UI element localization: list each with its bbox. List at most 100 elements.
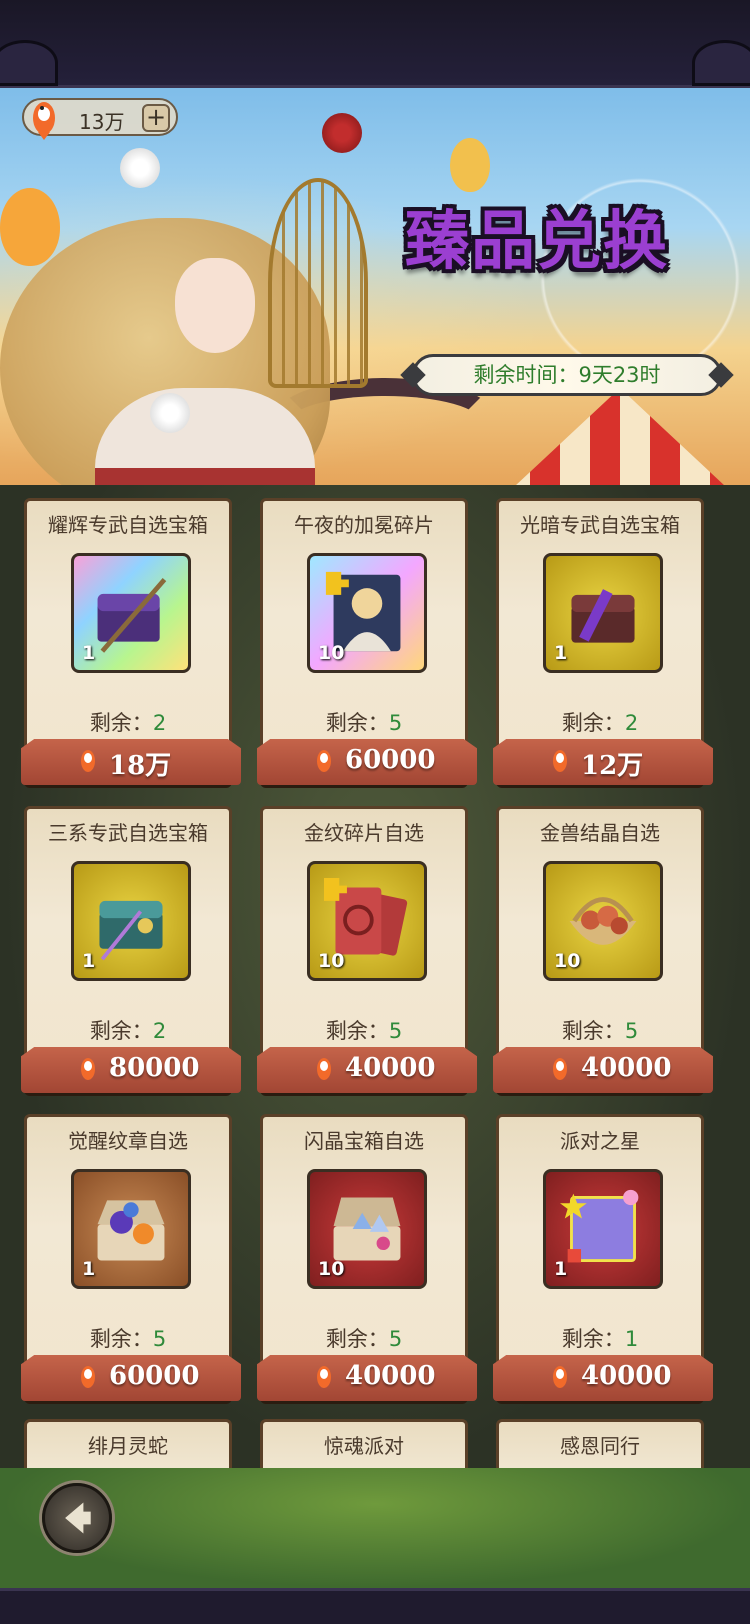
item-quantity: 10 <box>554 950 581 972</box>
remaining-count: 5 <box>388 1019 403 1043</box>
remaining-time-badge: 剩余时间：9天23时 <box>412 354 722 396</box>
remaining-label: 剩余： <box>325 1327 389 1351</box>
item-remaining: 剩余：5 <box>263 1323 465 1353</box>
shop-item-card[interactable]: 觉醒纹章自选 1 剩余：5 60000 <box>21 1114 241 1401</box>
item-remaining: 剩余：1 <box>499 1323 701 1353</box>
page-title: 臻品兑换 <box>405 205 669 279</box>
remaining-count: 2 <box>152 1019 167 1043</box>
item-price: 18万 <box>109 751 172 781</box>
item-price: 40000 <box>581 1361 672 1391</box>
balloon-decoration <box>0 188 60 266</box>
remaining-label: 剩余： <box>561 1327 625 1351</box>
item-price: 12万 <box>581 751 644 781</box>
item-icon-frame: 10 <box>543 861 663 981</box>
back-button[interactable] <box>42 1483 112 1553</box>
item-name: 派对之星 <box>560 1129 640 1153</box>
item-icon-frame: 1 <box>71 1169 191 1289</box>
koi-fish-icon <box>317 1058 331 1080</box>
remaining-label: 剩余： <box>89 711 153 735</box>
item-price: 60000 <box>109 1361 200 1391</box>
buy-button[interactable]: 40000 <box>493 1355 713 1401</box>
item-quantity: 1 <box>82 1258 96 1280</box>
item-price: 40000 <box>345 1361 436 1391</box>
buy-button[interactable]: 12万 <box>493 739 713 785</box>
item-remaining: 剩余：5 <box>27 1323 229 1353</box>
character-face <box>175 258 255 353</box>
item-quantity: 10 <box>318 642 345 664</box>
buy-button[interactable]: 60000 <box>21 1355 241 1401</box>
item-price: 40000 <box>581 1053 672 1083</box>
koi-fish-icon <box>81 1366 95 1388</box>
item-remaining: 剩余：5 <box>263 1015 465 1045</box>
buy-button[interactable]: 40000 <box>493 1047 713 1093</box>
remaining-label: 剩余： <box>561 711 625 735</box>
koi-fish-icon <box>81 1058 95 1080</box>
item-quantity: 10 <box>318 950 345 972</box>
item-icon-frame: 10 <box>307 553 427 673</box>
add-currency-button[interactable]: + <box>142 104 170 132</box>
shop-item-card[interactable]: 金兽结晶自选 10 剩余：5 40000 <box>493 806 713 1093</box>
item-quantity: 1 <box>82 950 96 972</box>
koi-fish-icon <box>317 750 331 772</box>
shop-item-card[interactable]: 派对之星 1 剩余：1 40000 <box>493 1114 713 1401</box>
item-remaining: 剩余：2 <box>499 707 701 737</box>
balloon-decoration <box>450 138 490 192</box>
birdcage-decoration <box>268 178 368 388</box>
item-icon-frame: 1 <box>543 553 663 673</box>
item-icon-frame: 1 <box>71 553 191 673</box>
circus-tent-decoration <box>470 388 750 488</box>
event-banner <box>0 88 750 488</box>
item-remaining: 剩余：2 <box>27 707 229 737</box>
currency-display: 13万 + <box>22 98 178 140</box>
currency-amount: 13万 <box>79 110 125 134</box>
chest-weapon-icon <box>97 577 167 653</box>
rose-decoration <box>120 148 160 188</box>
buy-button[interactable]: 60000 <box>257 739 477 785</box>
shop-item-card[interactable]: 闪晶宝箱自选 10 剩余：5 40000 <box>257 1114 477 1401</box>
shop-item-card[interactable]: 光暗专武自选宝箱 1 剩余：2 12万 <box>493 498 713 785</box>
shop-item-card[interactable]: 金纹碎片自选 10 剩余：5 40000 <box>257 806 477 1093</box>
chest-weapon-teal-icon <box>99 900 163 961</box>
item-icon-frame: 1 <box>543 1169 663 1289</box>
item-grid: 耀辉专武自选宝箱 1 剩余：2 18万 午夜的加冕碎片 10 剩余：5 6000… <box>0 485 750 1479</box>
item-icon-frame: 1 <box>71 861 191 981</box>
item-price: 60000 <box>345 745 436 775</box>
buy-button[interactable]: 80000 <box>21 1047 241 1093</box>
remaining-count: 5 <box>388 1327 403 1351</box>
item-price: 80000 <box>109 1053 200 1083</box>
koi-fish-icon <box>81 750 95 772</box>
remaining-count: 2 <box>624 711 639 735</box>
koi-fish-icon <box>553 1366 567 1388</box>
bottom-frame <box>0 1588 750 1624</box>
item-name: 光暗专武自选宝箱 <box>520 513 680 537</box>
item-name: 闪晶宝箱自选 <box>304 1129 424 1153</box>
item-quantity: 1 <box>554 1258 568 1280</box>
rose-decoration <box>322 113 362 153</box>
item-remaining: 剩余：5 <box>499 1015 701 1045</box>
chest-weapon-dark-icon <box>571 589 635 643</box>
top-frame <box>0 0 750 88</box>
buy-button[interactable]: 40000 <box>257 1355 477 1401</box>
item-price: 40000 <box>345 1053 436 1083</box>
shop-item-card[interactable]: 午夜的加冕碎片 10 剩余：5 60000 <box>257 498 477 785</box>
shop-item-card[interactable]: 三系专武自选宝箱 1 剩余：2 80000 <box>21 806 241 1093</box>
item-remaining: 剩余：5 <box>263 707 465 737</box>
item-name: 金兽结晶自选 <box>540 821 660 845</box>
remaining-label: 剩余： <box>325 1019 389 1043</box>
item-quantity: 1 <box>82 642 96 664</box>
exchange-shop-page: 13万 + 臻品兑换 剩余时间：9天23时 耀辉专武自选宝箱 1 剩余：2 18… <box>0 0 750 1624</box>
shop-item-card[interactable]: 耀辉专武自选宝箱 1 剩余：2 18万 <box>21 498 241 785</box>
remaining-count: 2 <box>152 711 167 735</box>
koi-fish-icon <box>33 102 55 140</box>
buy-button[interactable]: 18万 <box>21 739 241 785</box>
item-quantity: 1 <box>554 642 568 664</box>
back-arrow-icon <box>65 1502 91 1534</box>
remaining-count: 5 <box>388 711 403 735</box>
item-name: 惊魂派对 <box>324 1434 404 1458</box>
item-name: 三系专武自选宝箱 <box>48 821 208 845</box>
item-quantity: 10 <box>318 1258 345 1280</box>
rose-decoration <box>150 393 190 433</box>
item-name: 耀辉专武自选宝箱 <box>48 513 208 537</box>
buy-button[interactable]: 40000 <box>257 1047 477 1093</box>
remaining-label: 剩余： <box>561 1019 625 1043</box>
